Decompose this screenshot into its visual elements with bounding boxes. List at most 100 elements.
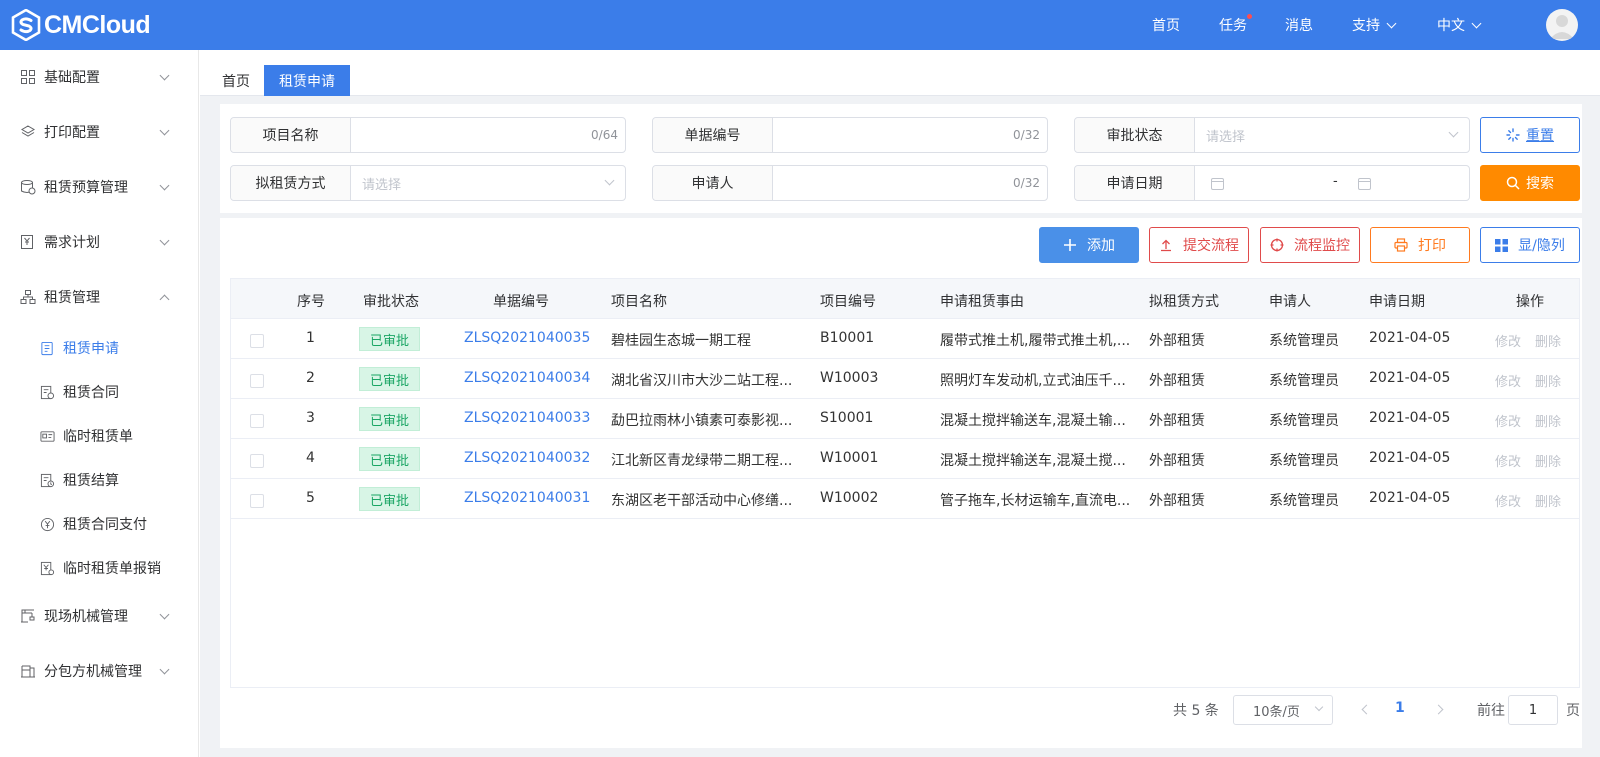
sidebar-subitem-label: 租赁合同 [63, 385, 119, 401]
nav-support-label: 支持 [1352, 18, 1380, 34]
nav-tasks[interactable]: 任务 [1219, 0, 1252, 50]
goto-page-input[interactable]: 1 [1508, 695, 1558, 725]
submit-flow-button[interactable]: 提交流程 [1149, 227, 1249, 263]
lease-mode-label: 拟租赁方式 [231, 166, 351, 200]
row-checkbox[interactable] [250, 414, 264, 428]
edit-action[interactable]: 修改 [1495, 411, 1521, 430]
sidebar-item-subcontractor-machinery[interactable]: 分包方机械管理 [0, 651, 199, 691]
cell-reason: 混凝土搅拌输送车,混凝土输... [940, 413, 1126, 429]
sidebar-subitem-temp-reimburse[interactable]: 临时租赁单报销 [0, 548, 199, 588]
sidebar-item-budget[interactable]: 租赁预算管理 [0, 167, 199, 207]
applicant-input[interactable]: 0/32 [773, 166, 1047, 200]
doc-no-link[interactable]: ZLSQ2021040031 [464, 490, 590, 506]
cell-project-code: W10003 [820, 370, 879, 386]
sidebar-subitem-contract-payment[interactable]: 租赁合同支付 [0, 504, 199, 544]
machinery-icon [21, 665, 35, 678]
print-button[interactable]: 打印 [1370, 227, 1470, 263]
doc-no-field[interactable]: 单据编号 0/32 [652, 117, 1048, 153]
col-header-applicant: 申请人 [1269, 294, 1311, 310]
reset-button[interactable]: 重置 [1480, 117, 1580, 153]
sidebar-item-basic-config[interactable]: 基础配置 [0, 57, 199, 97]
goto-page-value: 1 [1528, 702, 1538, 718]
sidebar-subitem-lease-apply[interactable]: 租赁申请 [0, 328, 199, 368]
add-button[interactable]: 添加 [1039, 227, 1139, 263]
apply-date-range[interactable]: 申请日期 - [1074, 165, 1470, 201]
sidebar-item-print-config[interactable]: 打印配置 [0, 112, 199, 152]
nav-language[interactable]: 中文 [1437, 0, 1482, 50]
sidebar-subitem-settlement[interactable]: 租赁结算 [0, 460, 199, 500]
edit-action[interactable]: 修改 [1495, 491, 1521, 510]
chevron-down-icon [159, 180, 170, 191]
reimburse-doc-icon [40, 561, 55, 575]
edit-action[interactable]: 修改 [1495, 451, 1521, 470]
doc-no-link[interactable]: ZLSQ2021040035 [464, 330, 590, 346]
tab-lease-apply[interactable]: 租赁申请 [264, 65, 350, 96]
tab-home[interactable]: 首页 [211, 65, 261, 96]
lease-mode-input[interactable]: 请选择 [351, 166, 625, 200]
status-badge: 已审批 [359, 487, 421, 511]
row-checkbox[interactable] [250, 334, 264, 348]
doc-no-link[interactable]: ZLSQ2021040033 [464, 410, 590, 426]
lease-mode-select[interactable]: 拟租赁方式 请选择 [230, 165, 626, 201]
project-name-label: 项目名称 [231, 118, 351, 152]
edit-action[interactable]: 修改 [1495, 371, 1521, 390]
col-header-status: 审批状态 [363, 294, 419, 310]
cell-lease-mode: 外部租赁 [1149, 333, 1205, 349]
submit-flow-label: 提交流程 [1183, 238, 1239, 254]
applicant-label: 申请人 [653, 166, 773, 200]
nav-messages[interactable]: 消息 [1285, 0, 1313, 50]
sidebar-subitem-lease-contract[interactable]: 租赁合同 [0, 372, 199, 412]
toggle-columns-button[interactable]: 显/隐列 [1480, 227, 1580, 263]
sidebar-item-site-machinery[interactable]: 现场机械管理 [0, 596, 199, 636]
delete-action[interactable]: 删除 [1535, 451, 1561, 470]
row-checkbox[interactable] [250, 454, 264, 468]
delete-action[interactable]: 删除 [1535, 411, 1561, 430]
delete-action[interactable]: 删除 [1535, 371, 1561, 390]
tab-bar: 首页 租赁申请 [200, 50, 1600, 96]
total-count-text: 共 5 条 [1173, 703, 1219, 719]
project-name-input[interactable]: 0/64 [351, 118, 625, 152]
sidebar-subitem-temp-lease[interactable]: 临时租赁单 [0, 416, 199, 456]
chevron-down-icon [159, 664, 170, 675]
monitor-flow-button[interactable]: 流程监控 [1260, 227, 1360, 263]
goto-prefix-text: 前往 [1477, 703, 1505, 719]
status-badge: 已审批 [359, 447, 421, 471]
row-checkbox[interactable] [250, 374, 264, 388]
edit-action[interactable]: 修改 [1495, 331, 1521, 350]
grid-icon [1495, 238, 1509, 252]
cell-applicant: 系统管理员 [1269, 493, 1339, 509]
user-avatar-icon [1550, 15, 1574, 39]
col-header-project-code: 项目编号 [820, 294, 876, 310]
placeholder-text: 请选择 [362, 177, 402, 193]
project-name-field[interactable]: 项目名称 0/64 [230, 117, 626, 153]
current-page[interactable]: 1 [1395, 700, 1405, 716]
printer-icon [1394, 238, 1408, 252]
delete-action[interactable]: 删除 [1535, 331, 1561, 350]
doc-no-link[interactable]: ZLSQ2021040034 [464, 370, 590, 386]
avatar[interactable] [1546, 9, 1578, 41]
applicant-field[interactable]: 申请人 0/32 [652, 165, 1048, 201]
col-header-lease-mode: 拟租赁方式 [1149, 294, 1219, 310]
logo[interactable]: CMCloud [10, 9, 151, 41]
sidebar-item-lease-mgmt[interactable]: 租赁管理 [0, 277, 199, 317]
page-size-select[interactable]: 10条/页 [1233, 695, 1333, 725]
cell-lease-mode: 外部租赁 [1149, 373, 1205, 389]
doc-no-link[interactable]: ZLSQ2021040032 [464, 450, 590, 466]
row-checkbox[interactable] [250, 494, 264, 508]
doc-no-input[interactable]: 0/32 [773, 118, 1047, 152]
delete-action[interactable]: 删除 [1535, 491, 1561, 510]
nav-home[interactable]: 首页 [1152, 0, 1180, 50]
date-range-input[interactable]: - [1195, 166, 1469, 200]
approval-status-select[interactable]: 审批状态 请选择 [1074, 117, 1470, 153]
nav-support[interactable]: 支持 [1352, 0, 1397, 50]
sidebar-item-demand-plan[interactable]: 需求计划 [0, 222, 199, 262]
approval-status-input[interactable]: 请选择 [1195, 118, 1469, 152]
cell-lease-mode: 外部租赁 [1149, 453, 1205, 469]
crane-icon [21, 609, 35, 623]
page-size-value: 10条/页 [1253, 704, 1300, 720]
char-count: 0/64 [591, 128, 618, 142]
cell-reason: 履带式推土机,履带式推土机,... [940, 333, 1131, 349]
layers-icon [21, 125, 35, 137]
grid-icon [21, 70, 35, 84]
search-button[interactable]: 搜索 [1480, 165, 1580, 201]
